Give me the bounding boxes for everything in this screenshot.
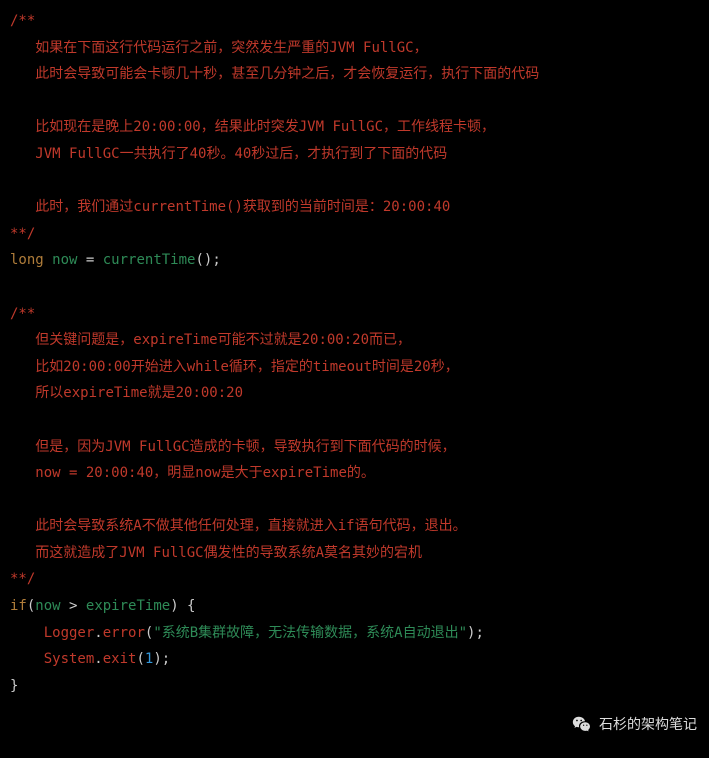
- comment-line: 此时，我们通过currentTime()获取到的当前时间是：20:00:40: [10, 199, 450, 215]
- comment-line: 比如现在是晚上20:00:00，结果此时突发JVM FullGC，工作线程卡顿，: [10, 119, 495, 135]
- dot: .: [94, 625, 102, 641]
- comment-line: 比如20:00:00开始进入while循环，指定的timeout时间是20秒，: [10, 359, 459, 375]
- watermark: 石杉的架构笔记: [571, 711, 697, 738]
- watermark-text: 石杉的架构笔记: [599, 711, 697, 738]
- obj-logger: Logger: [44, 625, 95, 641]
- indent: [10, 625, 44, 641]
- call-tail: ();: [195, 252, 220, 268]
- keyword-if: if: [10, 598, 27, 614]
- comment-line: 所以expireTime就是20:00:20: [10, 385, 243, 401]
- method-error: error: [103, 625, 145, 641]
- var-now: now: [35, 598, 60, 614]
- indent: [10, 651, 44, 667]
- method-exit: exit: [103, 651, 137, 667]
- comment-line: 但是，因为JVM FullGC造成的卡顿，导致执行到下面代码的时候，: [10, 439, 456, 455]
- var-expireTime: expireTime: [86, 598, 170, 614]
- code-block: /** 如果在下面这行代码运行之前，突然发生严重的JVM FullGC， 此时会…: [0, 0, 709, 707]
- comment-open: /**: [10, 13, 35, 29]
- comment-line: now = 20:00:40，明显now是大于expireTime的。: [10, 465, 375, 481]
- wechat-icon: [571, 714, 593, 736]
- fn-currentTime: currentTime: [103, 252, 196, 268]
- keyword-long: long: [10, 252, 44, 268]
- paren-close-semi: );: [153, 651, 170, 667]
- brace-close: }: [10, 678, 18, 694]
- comment-close: **/: [10, 571, 35, 587]
- op-gt: >: [61, 598, 86, 614]
- comment-close: **/: [10, 226, 35, 242]
- comment-line: 此时会导致可能会卡顿几十秒，甚至几分钟之后，才会恢复运行，执行下面的代码: [10, 66, 539, 82]
- paren-close-semi: );: [467, 625, 484, 641]
- string-literal: "系统B集群故障，无法传输数据，系统A自动退出": [153, 625, 467, 641]
- comment-line: 如果在下面这行代码运行之前，突然发生严重的JVM FullGC，: [10, 40, 428, 56]
- comment-line: 但关键问题是，expireTime可能不过就是20:00:20而已，: [10, 332, 411, 348]
- dot: .: [94, 651, 102, 667]
- comment-line: 而这就造成了JVM FullGC偶发性的导致系统A莫名其妙的宕机: [10, 545, 422, 561]
- paren-close-brace: ) {: [170, 598, 195, 614]
- comment-line: JVM FullGC一共执行了40秒。40秒过后，才执行到了下面的代码: [10, 146, 447, 162]
- equals: =: [77, 252, 102, 268]
- obj-system: System: [44, 651, 95, 667]
- paren-open: (: [136, 651, 144, 667]
- comment-line: 此时会导致系统A不做其他任何处理，直接就进入if语句代码，退出。: [10, 518, 467, 534]
- var-now: now: [52, 252, 77, 268]
- comment-open: /**: [10, 306, 35, 322]
